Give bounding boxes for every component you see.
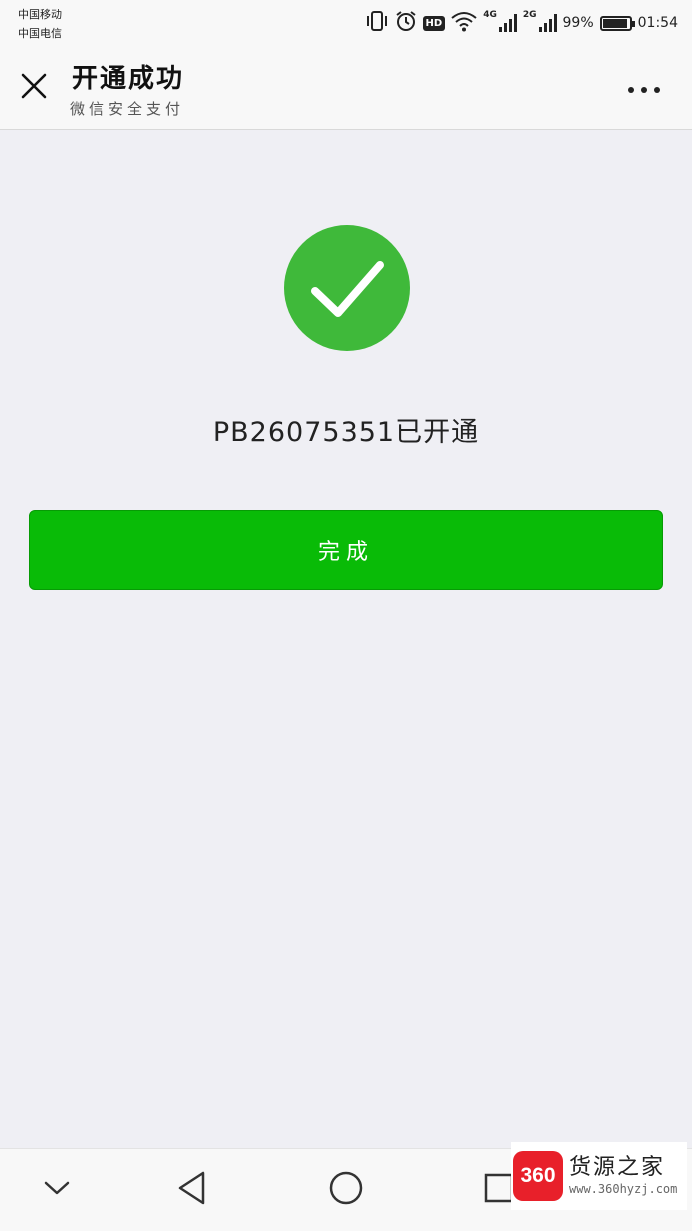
watermark-name: 货源之家: [569, 1155, 666, 1180]
page-title: 开通成功: [72, 64, 185, 94]
more-button[interactable]: [622, 76, 666, 100]
back-icon: [176, 1170, 208, 1210]
done-button[interactable]: 完成: [29, 510, 663, 590]
collapse-button[interactable]: [32, 1165, 82, 1215]
home-button[interactable]: [321, 1165, 371, 1215]
carrier-info: 中国移动 中国电信: [18, 5, 62, 43]
watermark-text: 货源之家 www.360hyzj.com: [569, 1155, 677, 1197]
close-icon: [20, 72, 48, 104]
wifi-icon: [451, 10, 477, 36]
more-icon: [627, 79, 661, 98]
status-icons: HD 4G 2G 99% 01:54: [365, 10, 678, 36]
close-button[interactable]: [14, 68, 54, 108]
clock: 01:54: [637, 15, 678, 31]
battery-icon: [599, 15, 635, 31]
watermark-logo: 360: [513, 1151, 563, 1201]
hd-icon: HD: [422, 15, 446, 31]
status-bar: 中国移动 中国电信 HD 4G 2G 99% 01:54: [0, 0, 692, 48]
home-icon: [328, 1170, 364, 1210]
network-type-2: 2G: [522, 10, 537, 20]
signal-icon: [498, 14, 517, 32]
alarm-icon: [395, 10, 417, 36]
carrier-2: 中国电信: [18, 27, 62, 40]
chevron-down-icon: [43, 1180, 71, 1200]
signal-icon-2: [538, 14, 557, 32]
nav-bar: 开通成功 微信安全支付: [0, 48, 692, 130]
watermark: 360 货源之家 www.360hyzj.com: [511, 1142, 687, 1210]
result-message: PB26075351已开通: [212, 417, 480, 448]
page-subtitle: 微信安全支付: [70, 100, 185, 118]
carrier-1: 中国移动: [18, 8, 62, 21]
network-type-1: 4G: [483, 10, 497, 20]
success-check-icon: [284, 225, 410, 351]
vibrate-icon: [365, 10, 389, 36]
watermark-url: www.360hyzj.com: [569, 1182, 678, 1196]
back-button[interactable]: [167, 1165, 217, 1215]
battery-percent: 99%: [562, 15, 594, 31]
